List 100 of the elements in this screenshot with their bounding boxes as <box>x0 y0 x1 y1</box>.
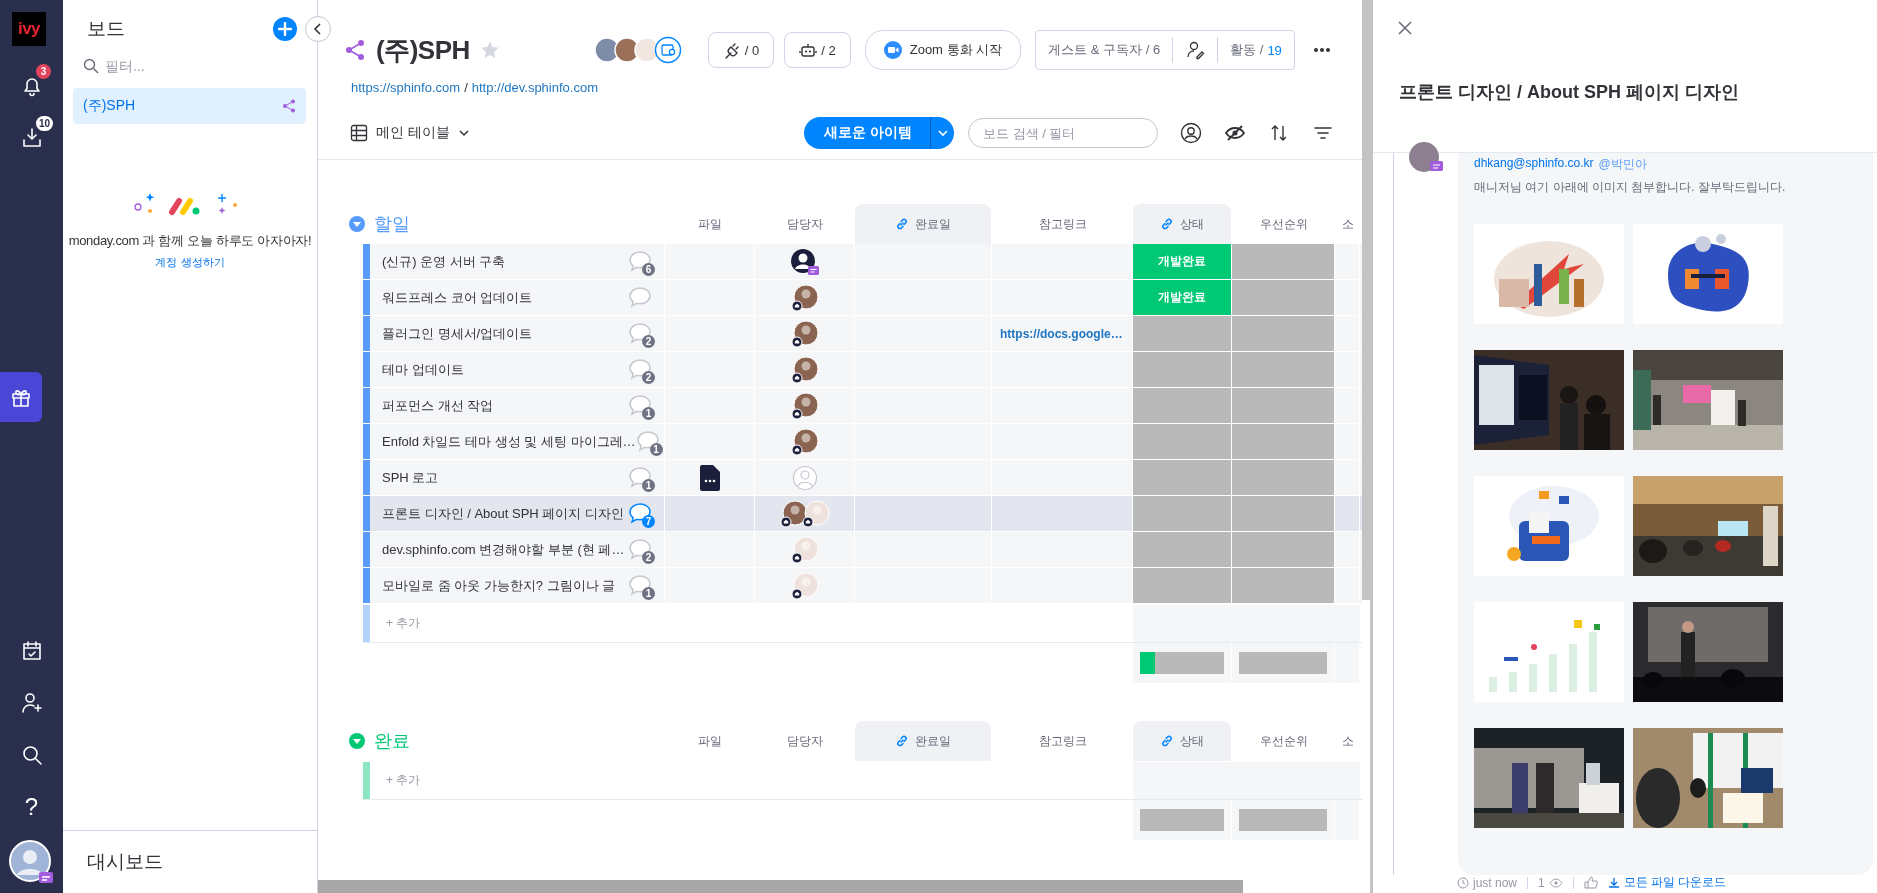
link-icon <box>895 217 909 231</box>
status-cell[interactable] <box>1133 532 1232 567</box>
item-name[interactable]: 프론트 디자인 / About SPH 페이지 디자인 <box>382 504 624 523</box>
comments-button[interactable]: 2 <box>628 321 652 346</box>
board-view-icon[interactable] <box>653 36 682 64</box>
create-account-link[interactable]: 계정 생성하기 <box>155 255 225 270</box>
status-cell[interactable] <box>1133 568 1232 603</box>
priority-cell[interactable] <box>1232 316 1335 351</box>
status-cell[interactable] <box>1133 352 1232 387</box>
like-icon[interactable] <box>1583 876 1598 889</box>
view-tab[interactable]: 메인 테이블 <box>350 124 470 142</box>
priority-cell[interactable] <box>1232 280 1335 315</box>
priority-cell[interactable] <box>1232 388 1335 423</box>
column-header[interactable]: 담당자 <box>755 721 855 761</box>
table-row[interactable]: 퍼포먼스 개선 작업 1 <box>363 388 1362 424</box>
column-header[interactable]: 우선순위 <box>1232 204 1335 244</box>
column-header[interactable]: 소 <box>1335 204 1360 244</box>
chevron-left-icon[interactable] <box>313 23 323 35</box>
item-name[interactable]: 플러그인 명세서/업데이트 <box>382 324 533 343</box>
comments-button[interactable]: 6 <box>628 249 652 274</box>
comments-button[interactable]: 2 <box>628 357 652 382</box>
plus-icon[interactable] <box>278 22 292 36</box>
collapse-toggle-icon[interactable] <box>348 215 366 233</box>
column-header[interactable]: 파일 <box>665 721 755 761</box>
collapse-toggle-icon[interactable] <box>348 732 366 750</box>
priority-cell[interactable] <box>1232 424 1335 459</box>
author-link[interactable]: dhkang@sphinfo.co.kr <box>1474 156 1594 173</box>
status-cell[interactable] <box>1133 424 1232 459</box>
table-row[interactable]: (신규) 운영 서버 구축 6 개발완료 <box>363 244 1362 280</box>
table-row[interactable]: 플러그인 명세서/업데이트 2 https://docs.google… <box>363 316 1362 352</box>
item-name[interactable]: Enfold 차일드 테마 생성 및 세팅 마이그레… <box>382 432 636 451</box>
column-header[interactable]: 담당자 <box>755 204 855 244</box>
nav-button[interactable]: 10 <box>0 112 63 164</box>
logo[interactable]: ivy <box>12 12 46 46</box>
star-icon[interactable] <box>479 40 500 60</box>
dropdown-button[interactable] <box>930 117 954 149</box>
person-icon[interactable] <box>1180 122 1202 144</box>
priority-cell[interactable] <box>1232 244 1335 279</box>
comments-button[interactable]: 1 <box>635 429 660 454</box>
item-name[interactable]: 워드프레스 코어 업데이트 <box>382 288 533 307</box>
column-header[interactable]: 참고링크 <box>992 721 1133 761</box>
avatar-icon[interactable] <box>8 839 54 885</box>
website-link[interactable]: http://dev.sphinfo.com <box>471 80 598 95</box>
column-header[interactable]: 완료일 <box>855 721 991 761</box>
column-header[interactable]: 상태 <box>1133 721 1231 761</box>
help-button[interactable]: ? <box>0 781 63 833</box>
status-cell[interactable] <box>1133 388 1232 423</box>
item-name[interactable]: SPH 로고 <box>382 468 439 487</box>
priority-cell[interactable] <box>1232 496 1335 531</box>
item-name[interactable]: 모바일로 줌 아웃 가능한지? 그림이나 글 <box>382 576 616 595</box>
integrations-button[interactable]: / 0 <box>707 32 775 68</box>
table-row[interactable]: SPH 로고 1 <box>363 460 1362 496</box>
automations-button[interactable]: / 2 <box>784 32 851 68</box>
item-name[interactable]: 퍼포먼스 개선 작업 <box>382 396 494 415</box>
table-row[interactable]: Enfold 차일드 테마 생성 및 세팅 마이그레… 1 <box>363 424 1362 460</box>
priority-cell[interactable] <box>1232 568 1335 603</box>
table-row[interactable]: 프론트 디자인 / About SPH 페이지 디자인 7 <box>363 496 1362 532</box>
comments-button[interactable]: 1 <box>628 573 652 598</box>
column-header[interactable]: 참고링크 <box>992 204 1133 244</box>
collapse-button[interactable] <box>305 16 331 42</box>
column-header[interactable]: 소 <box>1335 721 1360 761</box>
status-cell[interactable] <box>1133 496 1232 531</box>
board-item[interactable]: (주)SPH <box>73 88 306 124</box>
more-icon[interactable] <box>1312 47 1331 53</box>
item-name[interactable]: (신규) 운영 서버 구축 <box>382 252 506 271</box>
zoom-call-button[interactable]: Zoom 통화 시작 <box>864 30 1022 70</box>
guests-button[interactable]: 게스트 & 구독자 / 6 <box>1036 37 1173 63</box>
nav-button[interactable]: 3 <box>0 60 63 112</box>
priority-cell[interactable] <box>1232 460 1335 495</box>
scrollbar-thumb[interactable] <box>1362 0 1370 600</box>
activity-button[interactable]: 활동 / 19 <box>1218 37 1294 63</box>
table-row[interactable]: 모바일로 줌 아웃 가능한지? 그림이나 글 1 <box>363 568 1362 604</box>
download-all-button[interactable]: 모든 파일 다운로드 <box>1607 874 1727 891</box>
nav-button[interactable] <box>0 372 42 422</box>
status-cell[interactable] <box>1133 316 1232 351</box>
search-field[interactable]: 보드 검색 / 필터 <box>968 118 1158 148</box>
add-user-icon[interactable] <box>19 691 44 715</box>
table-row[interactable]: 테마 업데이트 2 <box>363 352 1362 388</box>
table-row[interactable]: 워드프레스 코어 업데이트 개발완료 <box>363 280 1362 316</box>
comments-button[interactable]: 2 <box>628 537 652 562</box>
item-name[interactable]: dev.sphinfo.com 변경해야할 부분 (현 페… <box>382 540 625 559</box>
item-name[interactable]: 테마 업데이트 <box>382 360 464 379</box>
column-header[interactable]: 완료일 <box>855 204 991 244</box>
comments-button[interactable]: 1 <box>628 465 652 490</box>
new-item-button[interactable]: 새로운 아이템 <box>804 117 930 149</box>
column-header[interactable]: 파일 <box>665 204 755 244</box>
link[interactable]: https://docs.google… <box>1000 326 1123 341</box>
priority-cell[interactable] <box>1232 532 1335 567</box>
priority-cell[interactable] <box>1232 352 1335 387</box>
table-row[interactable]: dev.sphinfo.com 변경해야할 부분 (현 페… 2 <box>363 532 1362 568</box>
status-cell[interactable] <box>1133 460 1232 495</box>
file-icon[interactable] <box>699 464 720 491</box>
comments-button[interactable]: 1 <box>628 393 652 418</box>
comments-button[interactable]: 7 <box>628 501 652 526</box>
scrollbar-thumb[interactable] <box>318 880 1243 893</box>
column-header[interactable]: 상태 <box>1133 204 1231 244</box>
website-link[interactable]: https://sphinfo.com <box>351 80 461 95</box>
dashboard-title[interactable]: 대시보드 <box>63 830 317 893</box>
column-header[interactable]: 우선순위 <box>1232 721 1335 761</box>
add-button[interactable] <box>273 17 297 41</box>
